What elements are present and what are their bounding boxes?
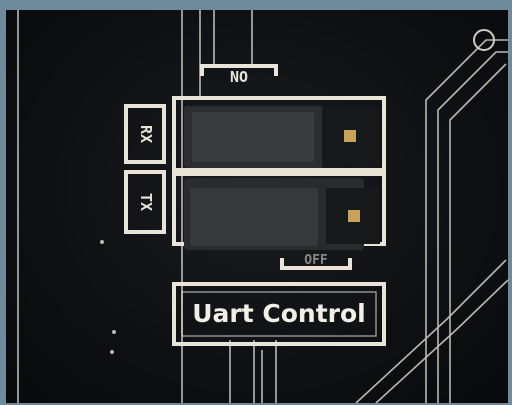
- silk-tx-label: TX: [137, 193, 155, 211]
- jumper-rx: [184, 106, 380, 168]
- via: [100, 240, 104, 244]
- silk-tx-group: TX: [124, 170, 166, 234]
- silk-off-group: OFF: [280, 253, 352, 270]
- silk-uart-group: Uart Control: [172, 282, 386, 346]
- pin-rx: [344, 130, 356, 142]
- via: [110, 350, 114, 354]
- silk-no-group: NO: [200, 64, 278, 86]
- jumper-tx: [184, 178, 380, 250]
- pin-tx: [348, 210, 360, 222]
- silk-off-label: OFF: [304, 253, 328, 268]
- silk-uart-label: Uart Control: [192, 299, 366, 328]
- silk-rx-label: RX: [137, 125, 155, 143]
- via: [112, 330, 116, 334]
- silk-rx-group: RX: [124, 104, 166, 164]
- pcb-photo: NO RX TX OFF Uart Control: [17, 10, 508, 403]
- silk-no-label: NO: [230, 68, 248, 86]
